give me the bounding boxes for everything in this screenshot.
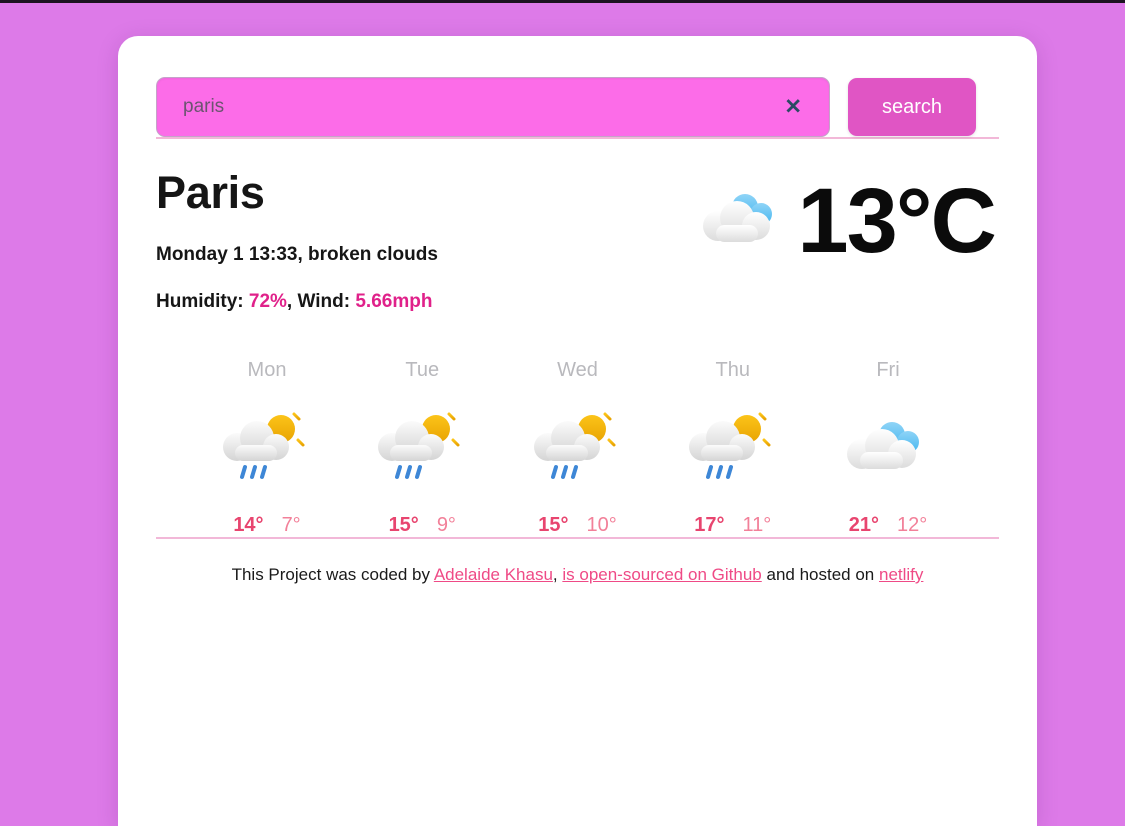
forecast-temps: 14° 7°	[233, 514, 300, 537]
forecast-day-label: Fri	[876, 359, 900, 381]
forecast-temp-max: 21°	[848, 514, 879, 536]
forecast-row: Mon 14° 7° Tue 15° 9° Wed 15° 10° Thu 17…	[156, 313, 999, 537]
broken-clouds-icon	[840, 404, 936, 490]
city-search-input[interactable]	[156, 77, 830, 137]
forecast-day: Mon 14° 7°	[192, 359, 342, 537]
forecast-temps: 15° 9°	[389, 514, 456, 537]
forecast-day-label: Tue	[405, 359, 440, 381]
github-link[interactable]: is open-sourced on Github	[562, 565, 761, 584]
netlify-link[interactable]: netlify	[879, 565, 923, 584]
footer-text-2: ,	[552, 565, 563, 584]
current-temperature-block: 13 °C	[699, 170, 997, 272]
sun-behind-rain-cloud-icon	[374, 404, 470, 490]
author-link[interactable]: Adelaide Khasu	[434, 565, 553, 584]
weather-card: ✕ search Paris Monday 1 13:33, broken cl…	[118, 36, 1037, 826]
forecast-temp-max: 17°	[694, 514, 725, 536]
forecast-temp-min: 7°	[281, 514, 301, 536]
search-input-wrapper: ✕	[156, 77, 830, 137]
datetime-description: Monday 1 13:33, broken clouds	[156, 244, 438, 265]
city-name: Paris	[156, 167, 265, 218]
temperature-unit: °C	[895, 170, 997, 272]
forecast-day: Thu 17° 11°	[658, 359, 808, 537]
sun-behind-rain-cloud-icon	[219, 404, 315, 490]
sun-behind-rain-cloud-icon	[530, 404, 626, 490]
humidity-wind-line: Humidity: 72%, Wind: 5.66mph	[156, 291, 438, 313]
humidity-value: 72%	[248, 291, 287, 312]
forecast-temp-min: 10°	[586, 514, 617, 536]
forecast-day-label: Thu	[715, 359, 750, 381]
search-form: ✕ search	[156, 36, 999, 137]
current-temperature-value: 13	[797, 170, 897, 272]
forecast-temp-min: 9°	[436, 514, 456, 536]
footer-text-3: and hosted on	[761, 565, 879, 584]
wind-label: , Wind:	[286, 291, 356, 312]
forecast-temp-min: 11°	[742, 514, 772, 536]
forecast-temps: 15° 10°	[538, 514, 617, 537]
sun-behind-rain-cloud-icon	[685, 404, 781, 490]
footer-credits: This Project was coded by Adelaide Khasu…	[156, 539, 999, 585]
current-weather-text: Paris Monday 1 13:33, broken clouds Humi…	[156, 167, 438, 313]
forecast-temp-min: 12°	[897, 514, 928, 536]
forecast-day-label: Wed	[557, 359, 598, 381]
current-weather: Paris Monday 1 13:33, broken clouds Humi…	[156, 139, 999, 313]
forecast-temps: 21° 12°	[849, 514, 928, 537]
forecast-temp-max: 15°	[538, 514, 569, 536]
forecast-day: Fri 21° 12°	[813, 359, 963, 537]
forecast-day-label: Mon	[247, 359, 287, 381]
wind-value: 5.66mph	[355, 291, 433, 312]
humidity-label: Humidity:	[156, 291, 249, 312]
forecast-day: Tue 15° 9°	[347, 359, 497, 537]
search-button[interactable]: search	[848, 78, 976, 136]
forecast-temp-max: 14°	[233, 514, 264, 536]
forecast-day: Wed 15° 10°	[503, 359, 653, 537]
footer-text-1: This Project was coded by	[231, 565, 434, 584]
broken-clouds-icon	[699, 190, 785, 252]
weather-app-page: { "theme": { "background": "#dd7ae8", "c…	[0, 0, 1125, 826]
forecast-temps: 17° 11°	[694, 514, 771, 537]
clear-search-icon[interactable]: ✕	[778, 95, 808, 120]
forecast-temp-max: 15°	[388, 514, 419, 536]
